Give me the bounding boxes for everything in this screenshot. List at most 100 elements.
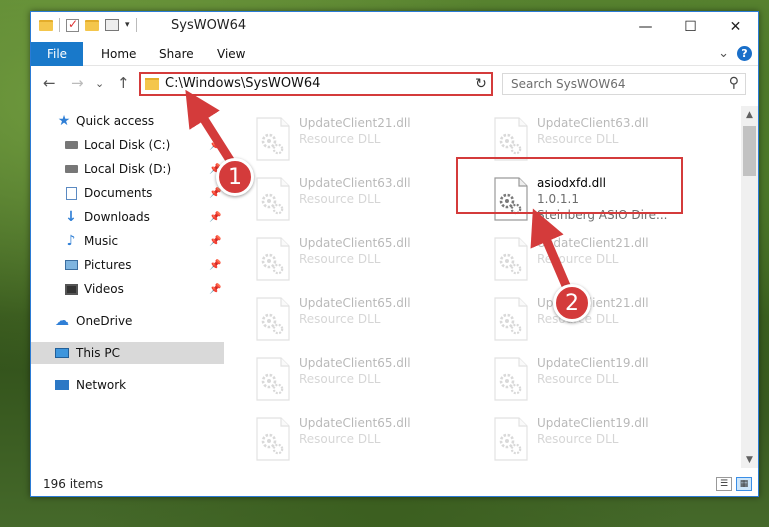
search-input[interactable]: Search SysWOW64 ⚲: [502, 73, 746, 95]
address-path[interactable]: C:\Windows\SysWOW64: [165, 76, 320, 91]
sidebar-item-label: Videos: [84, 282, 124, 296]
sidebar-item-label: This PC: [76, 346, 120, 360]
dll-file-icon: [494, 117, 528, 161]
document-icon: [64, 186, 78, 200]
status-bar: 196 items ☰ ▦: [31, 474, 758, 496]
sidebar-item-downloads[interactable]: ↓ Downloads 📌: [31, 206, 224, 228]
minimize-button[interactable]: —: [623, 12, 668, 41]
recent-locations-icon[interactable]: ⌄: [95, 77, 104, 90]
forward-arrow-icon[interactable]: →: [71, 74, 84, 92]
help-icon[interactable]: ?: [737, 46, 752, 61]
refresh-button[interactable]: ↻: [471, 72, 493, 96]
dll-file-icon: [256, 357, 290, 401]
customize-toolbar-icon[interactable]: [105, 19, 119, 31]
file-detail: Resource DLL: [299, 432, 381, 446]
search-icon[interactable]: ⚲: [729, 75, 739, 91]
sidebar-item-local-disk-c[interactable]: Local Disk (C:) 📌: [31, 134, 224, 156]
window-controls: — ☐ ✕: [623, 12, 758, 41]
computer-icon: [55, 346, 69, 360]
file-highlight-box: [456, 157, 683, 214]
drive-icon: [64, 138, 78, 152]
expand-ribbon-icon[interactable]: ⌄: [718, 46, 729, 61]
sidebar-item-documents[interactable]: Documents 📌: [31, 182, 224, 204]
back-arrow-icon[interactable]: ←: [43, 74, 56, 92]
new-folder-icon[interactable]: [85, 19, 99, 31]
explorer-window: ▾ SysWOW64 — ☐ ✕ File Home Share View ⌄ …: [30, 11, 759, 497]
sidebar-item-pictures[interactable]: Pictures 📌: [31, 254, 224, 276]
sidebar-item-network[interactable]: Network: [31, 374, 224, 396]
sidebar-item-label: Pictures: [84, 258, 132, 272]
download-icon: ↓: [65, 209, 77, 225]
file-name: UpdateClient19.dll: [537, 416, 649, 430]
file-detail: Resource DLL: [537, 432, 619, 446]
close-button[interactable]: ✕: [713, 12, 758, 41]
file-name: UpdateClient65.dll: [299, 296, 411, 310]
file-item[interactable]: UpdateClient19.dll Resource DLL: [465, 352, 695, 410]
pin-icon[interactable]: 📌: [209, 260, 221, 271]
item-count: 196 items: [43, 477, 104, 491]
file-detail: Resource DLL: [299, 252, 381, 266]
tab-file[interactable]: File: [31, 42, 83, 66]
navigation-pane: ★ Quick access Local Disk (C:) 📌 Local D…: [31, 108, 224, 468]
window-title: SysWOW64: [171, 18, 247, 33]
step-badge-1: 1: [216, 158, 254, 196]
file-name: UpdateClient65.dll: [299, 356, 411, 370]
file-detail: Resource DLL: [537, 372, 619, 386]
sidebar-item-videos[interactable]: Videos 📌: [31, 278, 224, 300]
file-name: UpdateClient63.dll: [537, 116, 649, 130]
dll-file-icon: [256, 417, 290, 461]
file-detail: Resource DLL: [299, 192, 381, 206]
sidebar-item-quick-access[interactable]: ★ Quick access: [31, 110, 224, 132]
sidebar-item-label: OneDrive: [76, 314, 133, 328]
file-item[interactable]: UpdateClient65.dll Resource DLL: [227, 352, 457, 410]
pin-icon[interactable]: 📌: [209, 236, 221, 247]
scroll-down-icon[interactable]: ▼: [741, 451, 758, 468]
dll-file-icon: [494, 417, 528, 461]
sidebar-item-label: Documents: [84, 186, 153, 200]
file-item[interactable]: UpdateClient65.dll Resource DLL: [227, 292, 457, 350]
dll-file-icon: [494, 357, 528, 401]
file-detail: Resource DLL: [299, 312, 381, 326]
tiles-view-icon[interactable]: ▦: [736, 477, 752, 491]
file-name: UpdateClient65.dll: [299, 416, 411, 430]
video-icon: [64, 282, 78, 296]
file-item[interactable]: UpdateClient65.dll Resource DLL: [227, 232, 457, 290]
file-detail: Resource DLL: [299, 372, 381, 386]
properties-check-icon[interactable]: [66, 17, 79, 32]
tab-view[interactable]: View: [205, 42, 257, 66]
step-badge-2: 2: [553, 284, 591, 322]
toolbar-dropdown-icon[interactable]: ▾: [125, 20, 130, 30]
sidebar-item-local-disk-d[interactable]: Local Disk (D:) 📌: [31, 158, 224, 180]
file-name: UpdateClient21.dll: [299, 116, 411, 130]
file-item[interactable]: UpdateClient21.dll Resource DLL: [465, 232, 695, 290]
dll-file-icon: [256, 117, 290, 161]
address-bar[interactable]: C:\Windows\SysWOW64 ⌄: [139, 72, 491, 96]
sidebar-item-label: Downloads: [84, 210, 150, 224]
scroll-thumb[interactable]: [743, 126, 756, 176]
tab-home[interactable]: Home: [89, 42, 148, 66]
pin-icon[interactable]: 📌: [209, 284, 221, 295]
sidebar-item-label: Music: [84, 234, 119, 248]
sidebar-item-label: Network: [76, 378, 127, 392]
dll-file-icon: [256, 177, 290, 221]
file-item[interactable]: UpdateClient21.dll Resource DLL: [227, 112, 457, 170]
file-item[interactable]: UpdateClient63.dll Resource DLL: [227, 172, 457, 230]
file-item[interactable]: UpdateClient19.dll Resource DLL: [465, 412, 695, 468]
pin-icon[interactable]: 📌: [209, 212, 221, 223]
maximize-button[interactable]: ☐: [668, 12, 713, 41]
sidebar-item-music[interactable]: ♪ Music 📌: [31, 230, 224, 252]
pin-icon[interactable]: 📌: [209, 140, 221, 151]
up-arrow-icon[interactable]: ↑: [117, 74, 130, 92]
cloud-icon: ☁: [55, 313, 69, 329]
file-detail: Resource DLL: [537, 132, 619, 146]
network-icon: [55, 378, 69, 392]
navigation-bar: ← → ⌄ ↑ C:\Windows\SysWOW64 ⌄ ↻ Search S…: [31, 68, 758, 100]
file-item[interactable]: UpdateClient65.dll Resource DLL: [227, 412, 457, 468]
tab-share[interactable]: Share: [147, 42, 206, 66]
sidebar-item-this-pc[interactable]: This PC: [31, 342, 224, 364]
sidebar-item-onedrive[interactable]: ☁ OneDrive: [31, 310, 224, 332]
scroll-up-icon[interactable]: ▲: [741, 106, 758, 123]
picture-icon: [64, 258, 78, 272]
details-view-icon[interactable]: ☰: [716, 477, 732, 491]
vertical-scrollbar[interactable]: ▲ ▼: [741, 106, 758, 468]
